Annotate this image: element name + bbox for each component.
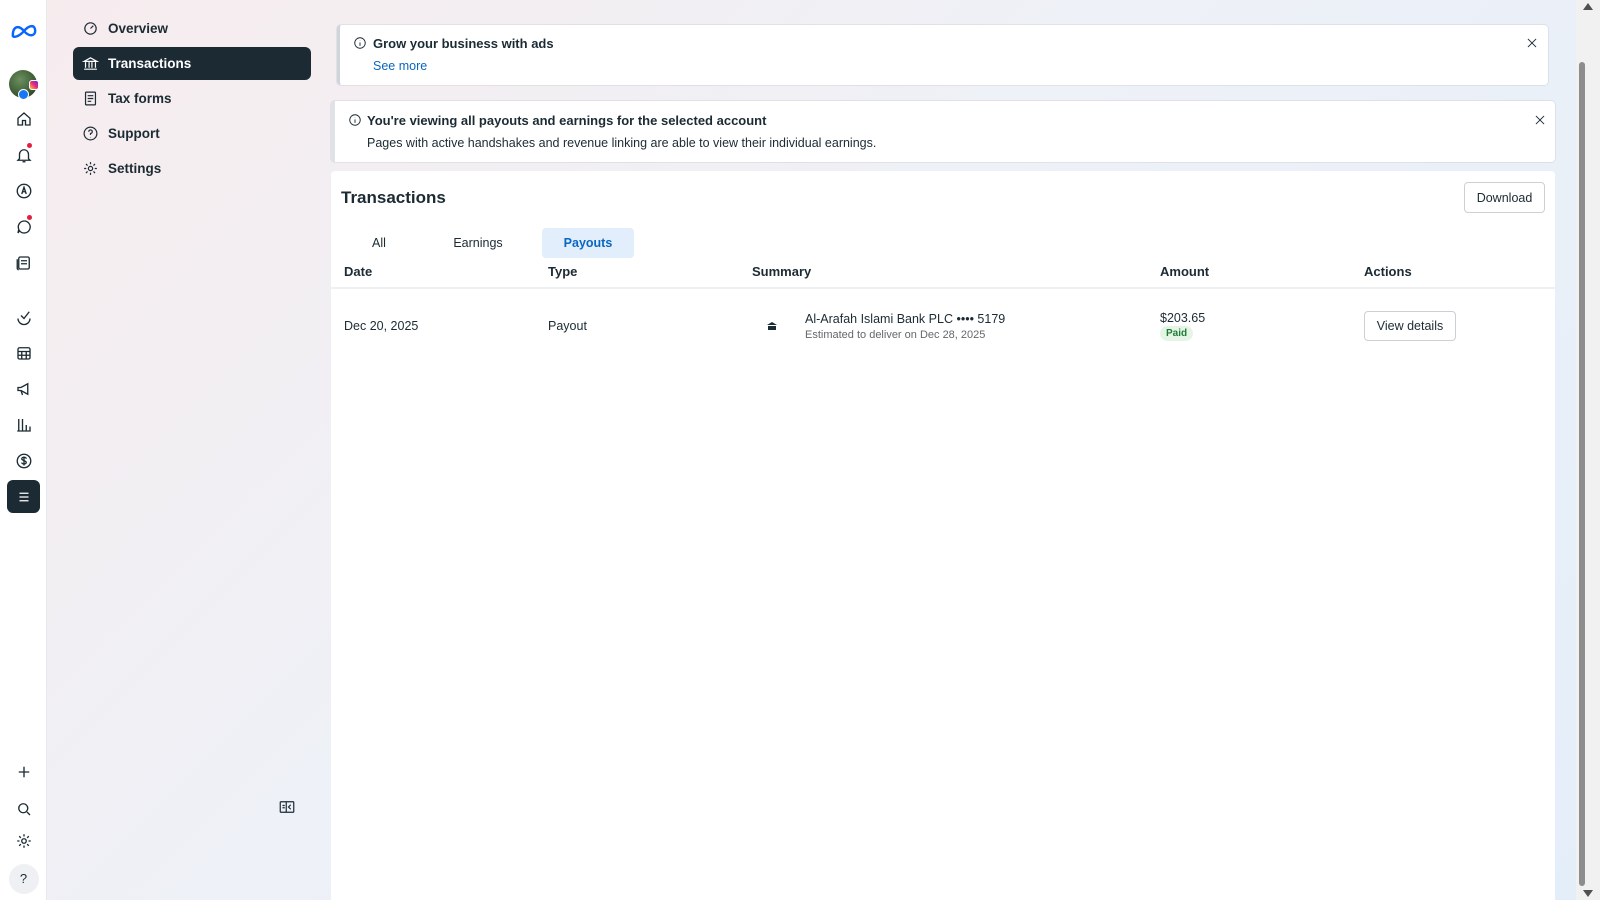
help-label: ? [8, 863, 39, 894]
tab-all[interactable]: All [333, 228, 425, 258]
calendar-icon[interactable] [7, 336, 40, 369]
column-header-summary[interactable]: Summary [752, 264, 811, 279]
nav-item-settings[interactable]: Settings [73, 152, 311, 185]
bank-icon [82, 57, 99, 70]
scroll-down-arrow-icon[interactable] [1583, 890, 1593, 897]
download-button[interactable]: Download [1464, 182, 1545, 213]
tab-earnings[interactable]: Earnings [432, 228, 524, 258]
monetization-nav: Overview Transactions Tax forms Support … [73, 12, 311, 187]
transactions-card: Transactions Download All Earnings Payou… [331, 171, 1555, 900]
notifications-icon[interactable] [7, 138, 40, 171]
help-icon[interactable]: ? [7, 862, 40, 895]
table-header-divider [331, 287, 1555, 289]
nav-item-label: Settings [108, 161, 162, 176]
nav-item-label: Tax forms [108, 91, 172, 106]
status-badge: Paid [1160, 326, 1194, 341]
receipt-icon [84, 91, 97, 106]
messages-dot [27, 215, 32, 220]
column-header-type[interactable]: Type [548, 264, 577, 279]
nav-item-overview[interactable]: Overview [73, 12, 311, 45]
collapse-sidebar-icon[interactable] [278, 798, 296, 816]
info-icon [348, 113, 362, 127]
facebook-badge-icon [18, 89, 29, 100]
nav-item-label: Overview [108, 21, 169, 36]
search-icon[interactable] [7, 792, 40, 825]
nav-item-label: Transactions [108, 56, 192, 71]
scroll-thumb[interactable] [1579, 62, 1585, 886]
meta-logo-icon[interactable] [7, 14, 40, 47]
row-date: Dec 20, 2025 [344, 319, 419, 333]
insights-icon[interactable] [7, 408, 40, 441]
left-icon-rail: ? [0, 0, 47, 900]
bank-account-icon [767, 318, 777, 330]
page-scrollbar[interactable] [1576, 0, 1600, 900]
column-header-actions: Actions [1364, 264, 1412, 279]
row-summary-sub: Estimated to deliver on Dec 28, 2025 [805, 329, 986, 341]
account-avatar[interactable] [9, 70, 39, 100]
monetization-icon[interactable] [7, 444, 40, 477]
row-amount: $203.65 [1160, 311, 1206, 325]
all-tools-menu-icon[interactable] [7, 480, 40, 513]
instagram-badge-icon [29, 80, 39, 90]
ads-banner-title: Grow your business with ads [373, 36, 554, 51]
notification-dot [27, 143, 32, 148]
gauge-icon [84, 22, 97, 35]
column-header-date[interactable]: Date [344, 264, 372, 279]
help-circle-icon [83, 126, 98, 141]
info-icon [353, 36, 367, 50]
content-library-icon[interactable] [7, 246, 40, 279]
page-title: Transactions [341, 188, 446, 207]
settings-gear-icon[interactable] [7, 824, 40, 857]
home-icon[interactable] [7, 102, 40, 135]
nav-item-support[interactable]: Support [73, 117, 311, 150]
see-more-link[interactable]: See more [373, 59, 427, 73]
nav-item-transactions[interactable]: Transactions [73, 47, 311, 80]
account-info-banner: You're viewing all payouts and earnings … [331, 101, 1555, 162]
row-summary: Al-Arafah Islami Bank PLC •••• 5179 [805, 312, 1006, 326]
compass-icon[interactable] [7, 174, 40, 207]
nav-item-tax-forms[interactable]: Tax forms [73, 82, 311, 115]
view-details-button[interactable]: View details [1364, 311, 1456, 341]
account-banner-title: You're viewing all payouts and earnings … [367, 113, 767, 128]
scroll-up-arrow-icon[interactable] [1583, 3, 1593, 10]
megaphone-icon[interactable] [7, 372, 40, 405]
planner-icon[interactable] [7, 300, 40, 333]
nav-item-label: Support [108, 126, 160, 141]
gear-icon [84, 162, 97, 175]
messages-icon[interactable] [7, 210, 40, 243]
ads-banner: Grow your business with ads See more [337, 25, 1548, 85]
close-icon[interactable] [1525, 36, 1539, 50]
account-banner-text: Pages with active handshakes and revenue… [367, 136, 877, 150]
close-icon[interactable] [1533, 113, 1547, 127]
plus-icon[interactable] [7, 755, 40, 788]
column-header-amount[interactable]: Amount [1160, 264, 1209, 279]
tab-payouts[interactable]: Payouts [542, 228, 634, 258]
row-type: Payout [548, 319, 587, 333]
